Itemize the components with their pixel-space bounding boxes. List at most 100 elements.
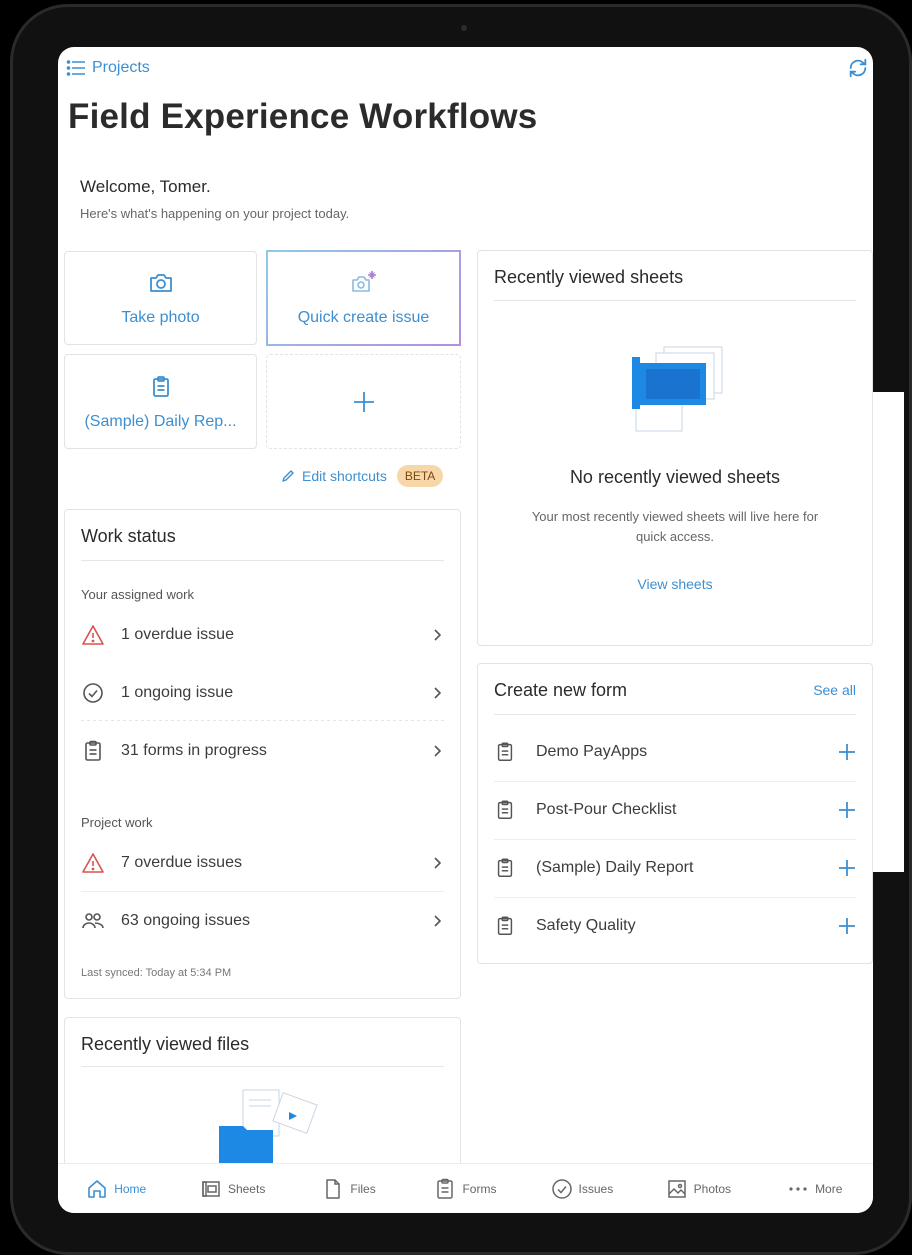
project-ongoing-row[interactable]: 63 ongoing issues bbox=[81, 898, 444, 944]
last-synced-text: Last synced: Today at 5:34 PM bbox=[81, 967, 232, 979]
front-camera bbox=[461, 25, 467, 31]
chevron-right-icon bbox=[434, 915, 442, 927]
photo-icon bbox=[667, 1179, 686, 1198]
recent-sheets-card: Recently viewed sheets No recently viewe… bbox=[477, 250, 873, 646]
forms-in-progress-row[interactable]: 31 forms in progress bbox=[81, 728, 444, 774]
chevron-right-icon bbox=[434, 857, 442, 869]
create-form-title: Create new form bbox=[494, 680, 628, 700]
edit-shortcuts-link[interactable]: Edit shortcuts bbox=[280, 468, 387, 484]
see-all-link[interactable]: See all bbox=[813, 682, 856, 698]
row-label: 1 overdue issue bbox=[121, 626, 234, 643]
tab-home[interactable]: Home bbox=[58, 1178, 174, 1200]
home-icon bbox=[88, 1179, 107, 1198]
overdue-issue-row[interactable]: 1 overdue issue bbox=[81, 612, 444, 658]
shortcut-label: Quick create issue bbox=[297, 309, 430, 326]
tab-label: Photos bbox=[693, 1181, 731, 1196]
form-item-label: Demo PayApps bbox=[536, 743, 648, 760]
create-form-card: Create new form See all Demo PayApps Pos… bbox=[477, 663, 873, 964]
shortcut-daily-report[interactable]: (Sample) Daily Rep... bbox=[64, 354, 257, 449]
add-form-plus-icon[interactable] bbox=[838, 917, 856, 935]
welcome-subtitle: Here's what's happening on your project … bbox=[80, 206, 350, 221]
add-form-plus-icon[interactable] bbox=[838, 801, 856, 819]
clipboard-icon bbox=[152, 375, 169, 397]
beta-badge: BETA bbox=[396, 465, 444, 487]
form-item-post-pour-checklist[interactable]: Post-Pour Checklist bbox=[494, 781, 856, 839]
shortcut-take-photo[interactable]: Take photo bbox=[64, 251, 257, 345]
top-bar: Projects bbox=[58, 47, 873, 91]
row-label: 31 forms in progress bbox=[121, 742, 267, 759]
recent-files-card: Recently viewed files bbox=[64, 1017, 461, 1177]
row-label: 63 ongoing issues bbox=[121, 912, 250, 929]
welcome-greeting: Welcome, Tomer. bbox=[80, 177, 211, 196]
form-item-label: Safety Quality bbox=[536, 917, 636, 934]
assigned-work-label: Your assigned work bbox=[81, 587, 194, 602]
row-label: 1 ongoing issue bbox=[121, 684, 234, 701]
chevron-right-icon bbox=[434, 687, 442, 699]
camera-sparkle-icon bbox=[351, 271, 376, 292]
clipboard-icon bbox=[85, 740, 101, 761]
clipboard-icon bbox=[497, 916, 513, 935]
sheets-icon bbox=[202, 1180, 220, 1197]
add-form-plus-icon[interactable] bbox=[838, 743, 856, 761]
divider bbox=[494, 300, 856, 301]
warning-icon bbox=[82, 853, 104, 873]
camera-icon bbox=[149, 274, 172, 292]
edit-shortcuts-label: Edit shortcuts bbox=[302, 468, 387, 484]
recent-sheets-title: Recently viewed sheets bbox=[494, 267, 684, 287]
row-label: 7 overdue issues bbox=[121, 854, 242, 871]
form-item-demo-payapps[interactable]: Demo PayApps bbox=[494, 723, 856, 781]
tab-label: More bbox=[815, 1181, 843, 1196]
list-icon bbox=[66, 60, 85, 76]
sync-icon[interactable] bbox=[847, 57, 869, 79]
view-sheets-link[interactable]: View sheets bbox=[478, 576, 872, 592]
side-strip bbox=[872, 392, 904, 872]
projects-back-link[interactable]: Projects bbox=[66, 59, 150, 77]
projects-link-label: Projects bbox=[92, 59, 150, 76]
chevron-right-icon bbox=[434, 629, 442, 641]
bottom-tab-bar: Home Sheets Files Forms Issues Photos Mo… bbox=[58, 1163, 873, 1213]
more-dots-icon bbox=[789, 1186, 807, 1191]
shortcut-label: Take photo bbox=[121, 309, 200, 326]
clipboard-icon bbox=[437, 1178, 454, 1199]
tab-files[interactable]: Files bbox=[291, 1178, 407, 1200]
form-item-label: Post-Pour Checklist bbox=[536, 801, 677, 818]
people-icon bbox=[82, 913, 104, 929]
ongoing-issue-row[interactable]: 1 ongoing issue bbox=[81, 670, 444, 716]
form-item-label: (Sample) Daily Report bbox=[536, 859, 694, 876]
tab-label: Sheets bbox=[227, 1181, 266, 1196]
empty-sheets-title: No recently viewed sheets bbox=[569, 467, 781, 487]
form-item-daily-report[interactable]: (Sample) Daily Report bbox=[494, 839, 856, 897]
page-title: Field Experience Workflows bbox=[68, 97, 538, 136]
tab-label: Issues bbox=[578, 1181, 614, 1196]
tab-label: Files bbox=[350, 1181, 376, 1196]
clipboard-icon bbox=[497, 800, 513, 819]
row-divider bbox=[81, 891, 444, 892]
form-item-safety-quality[interactable]: Safety Quality bbox=[494, 897, 856, 955]
project-overdue-row[interactable]: 7 overdue issues bbox=[81, 840, 444, 886]
tab-photos[interactable]: Photos bbox=[640, 1178, 756, 1200]
pencil-icon bbox=[282, 470, 294, 482]
tab-forms[interactable]: Forms bbox=[407, 1178, 523, 1200]
tab-sheets[interactable]: Sheets bbox=[174, 1178, 290, 1200]
row-divider bbox=[81, 720, 444, 721]
divider bbox=[81, 1066, 444, 1067]
work-status-card: Work status Your assigned work 1 overdue… bbox=[64, 509, 461, 999]
edit-shortcuts-row: Edit shortcuts BETA bbox=[280, 465, 444, 487]
plus-icon bbox=[353, 391, 374, 412]
tab-issues[interactable]: Issues bbox=[524, 1178, 640, 1200]
add-shortcut-button[interactable] bbox=[266, 354, 461, 449]
app-screen: Projects Field Experience Workflows Welc… bbox=[58, 47, 873, 1213]
shortcut-quick-create-issue[interactable]: Quick create issue bbox=[266, 250, 461, 346]
clipboard-icon bbox=[497, 742, 513, 761]
chevron-right-icon bbox=[434, 745, 442, 757]
check-circle-icon bbox=[83, 683, 103, 703]
files-illustration-icon bbox=[219, 1089, 318, 1166]
recent-files-title: Recently viewed files bbox=[81, 1034, 250, 1054]
add-form-plus-icon[interactable] bbox=[838, 859, 856, 877]
tab-more[interactable]: More bbox=[757, 1178, 873, 1200]
sheets-illustration-icon bbox=[632, 346, 723, 432]
work-status-title: Work status bbox=[81, 526, 176, 546]
empty-sheets-subtitle: Your most recently viewed sheets will li… bbox=[531, 509, 819, 544]
tab-label: Forms bbox=[462, 1181, 497, 1196]
divider bbox=[494, 714, 856, 715]
